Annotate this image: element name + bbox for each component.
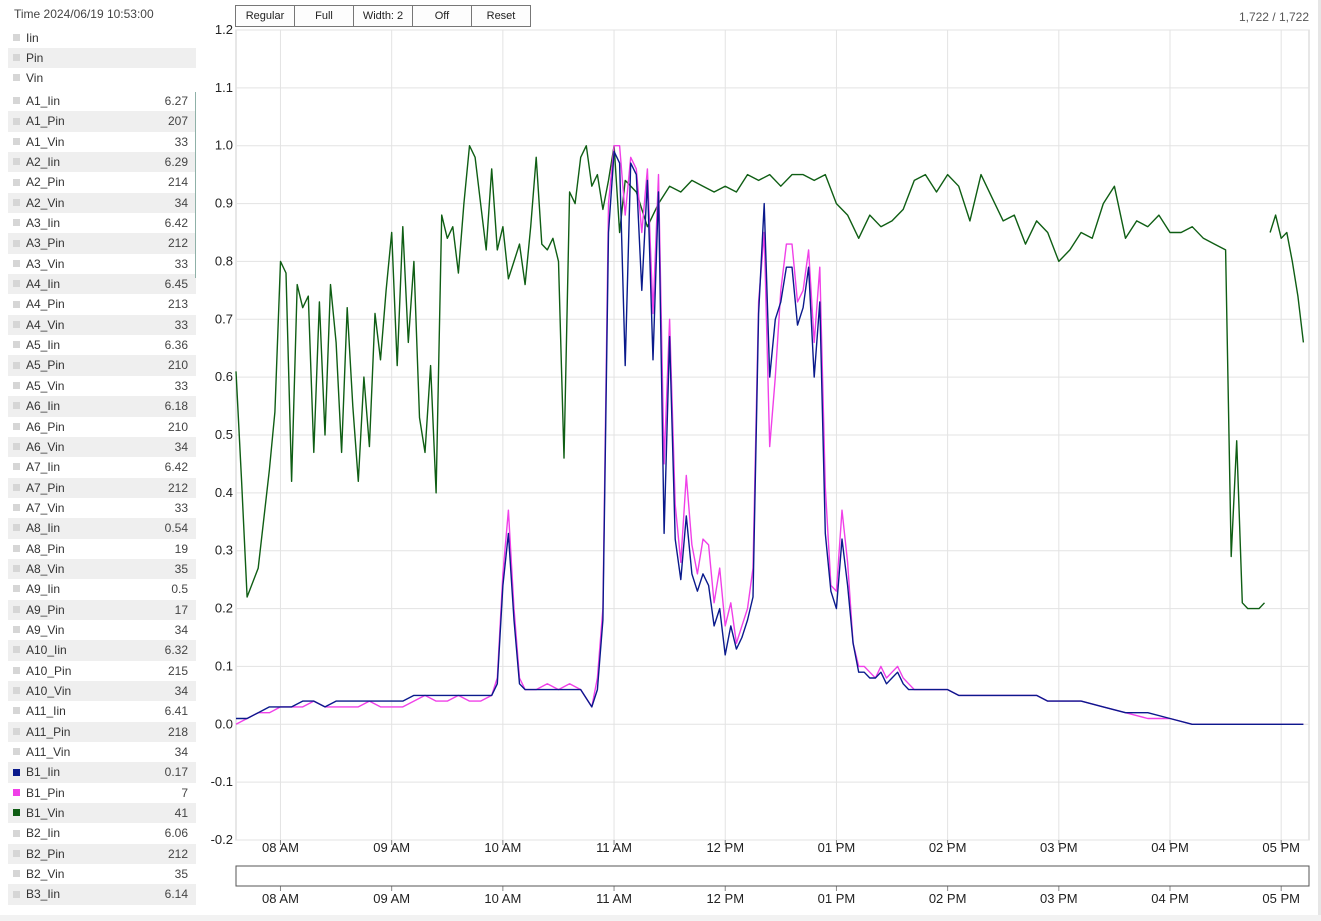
navigator-tick-label: 05 PM — [1262, 891, 1300, 906]
x-tick-label: 08 AM — [262, 840, 299, 855]
navigator-tick-label: 12 PM — [706, 891, 744, 906]
navigator-tick-label: 03 PM — [1040, 891, 1078, 906]
y-tick-label: 0.2 — [215, 601, 233, 616]
x-tick-label: 05 PM — [1262, 840, 1300, 855]
y-tick-label: 0.8 — [215, 253, 233, 268]
window-bottom-border — [0, 915, 1321, 921]
y-tick-label: 0.7 — [215, 311, 233, 326]
x-tick-label: 01 PM — [818, 840, 856, 855]
navigator-tick-label: 10 AM — [484, 891, 521, 906]
y-tick-label: -0.1 — [211, 774, 233, 789]
y-tick-label: 0.6 — [215, 369, 233, 384]
y-tick-label: 0.5 — [215, 427, 233, 442]
y-tick-label: 0.4 — [215, 485, 233, 500]
range-navigator — [235, 865, 1310, 887]
line-chart[interactable]: 1.2 1.1 1.0 0.9 0.8 0.7 0.6 0.5 0.4 0.3 0.2 0.1 0.0 -… — [0, 0, 1321, 921]
y-tick-label: -0.2 — [211, 832, 233, 847]
navigator-tick-label: 02 PM — [929, 891, 967, 906]
y-tick-label: 0.1 — [215, 658, 233, 673]
x-tick-label: 02 PM — [929, 840, 967, 855]
y-tick-label: 0.0 — [215, 716, 233, 731]
y-tick-label: 1.1 — [215, 80, 233, 95]
navigator-tick-label: 11 AM — [596, 891, 632, 906]
navigator-tick-label: 09 AM — [373, 891, 410, 906]
y-tick-label: 0.3 — [215, 543, 233, 558]
y-tick-label: 1.0 — [215, 138, 233, 153]
x-tick-label: 04 PM — [1151, 840, 1189, 855]
x-tick-label: 11 AM — [596, 840, 632, 855]
x-tick-label: 09 AM — [373, 840, 410, 855]
navigator-tick-label: 01 PM — [818, 891, 856, 906]
navigator-tick-label: 08 AM — [262, 891, 299, 906]
x-tick-label: 12 PM — [706, 840, 744, 855]
x-tick-label: 10 AM — [484, 840, 521, 855]
navigator-tick-label: 04 PM — [1151, 891, 1189, 906]
y-tick-label: 0.9 — [215, 196, 233, 211]
y-tick-label: 1.2 — [215, 22, 233, 37]
x-tick-label: 03 PM — [1040, 840, 1078, 855]
